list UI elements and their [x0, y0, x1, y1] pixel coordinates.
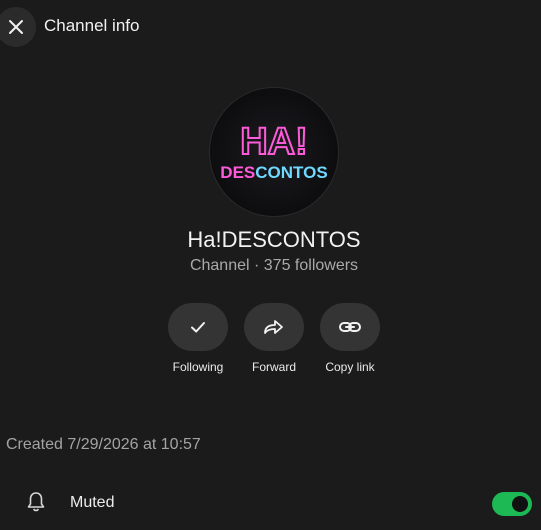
muted-label: Muted [70, 494, 115, 511]
svg-text:DESCONTOS: DESCONTOS [220, 163, 327, 182]
logo-text-bottom-blue: CONTOS [255, 163, 327, 182]
forward-label: Forward [251, 360, 296, 374]
toggle-knob [512, 496, 528, 512]
created-date: Created 7/29/2026 at 10:57 [6, 436, 201, 453]
copy-link-label: Copy link [325, 360, 375, 374]
channel-info-panel: Channel info HA! DESCONTOS Ha!DESCONTOS … [0, 0, 541, 530]
following-button-circle[interactable] [168, 303, 228, 351]
forward-button[interactable]: Forward [234, 303, 314, 374]
logo-text-bottom-pink: DES [220, 163, 255, 182]
logo-text-top: HA! [240, 121, 308, 163]
link-icon [339, 322, 361, 332]
close-icon [9, 20, 23, 34]
following-button[interactable]: Following [158, 303, 238, 374]
following-label: Following [172, 360, 224, 374]
copy-link-button-circle[interactable] [320, 303, 380, 351]
channel-subtitle: Channel · 375 followers [189, 257, 359, 274]
channel-logo: HA! DESCONTOS [210, 88, 338, 216]
forward-icon [264, 320, 283, 334]
panel-title: Channel info [44, 16, 140, 35]
copy-link-button[interactable]: Copy link [310, 303, 390, 374]
panel-header: Channel info [0, 0, 541, 54]
bell-icon [27, 492, 45, 512]
channel-avatar[interactable]: HA! DESCONTOS [210, 88, 338, 216]
forward-button-circle[interactable] [244, 303, 304, 351]
muted-toggle[interactable] [492, 492, 532, 516]
check-icon [191, 322, 205, 333]
channel-name: Ha!DESCONTOS [187, 227, 361, 252]
close-button[interactable] [0, 7, 36, 47]
